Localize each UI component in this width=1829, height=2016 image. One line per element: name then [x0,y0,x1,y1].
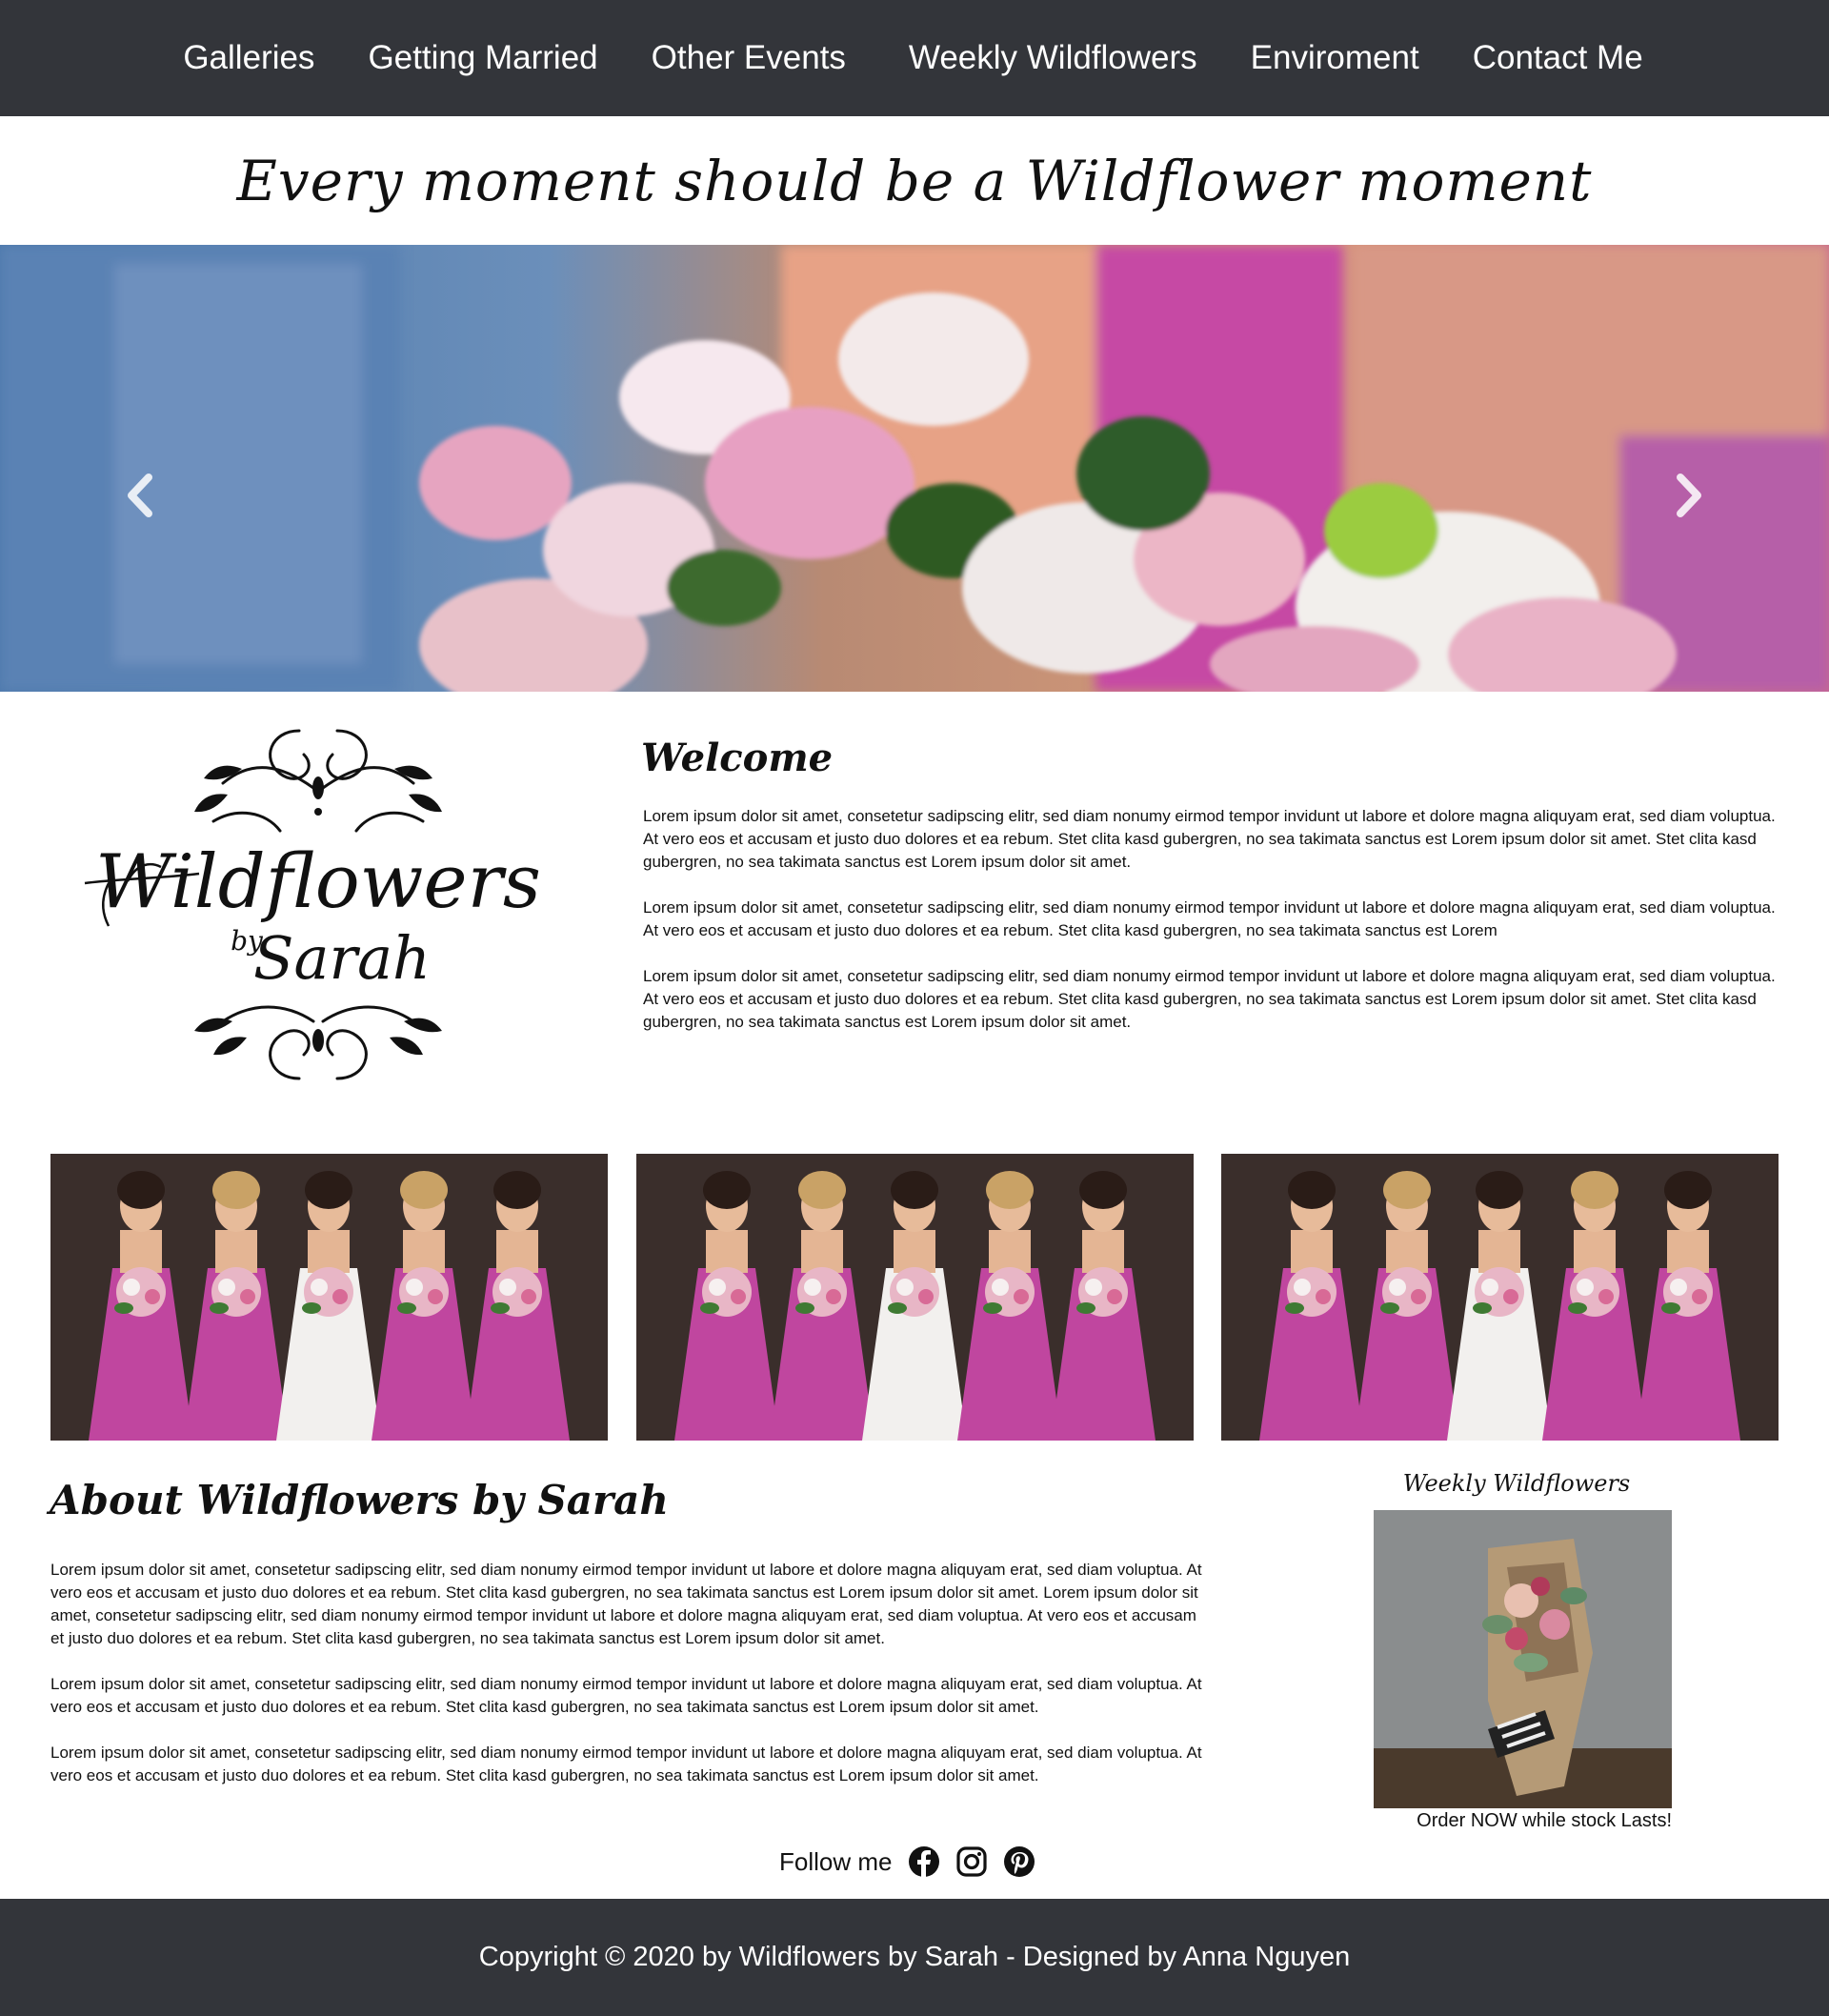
weekly-bouquet-image[interactable] [1374,1510,1672,1808]
pinterest-icon [1004,1846,1035,1877]
bridal-party-photo[interactable] [1221,1154,1779,1441]
nav-other-events[interactable]: Other Events [625,39,873,77]
bridal-party-image [1221,1154,1779,1441]
about-paragraph: Lorem ipsum dolor sit amet, consetetur s… [50,1744,1202,1784]
nav-getting-married[interactable]: Getting Married [341,39,624,77]
page: Galleries Getting Married Other Events W… [0,0,1829,2016]
logo-title: Wildflowers [95,839,541,925]
nav-enviroment[interactable]: Enviroment [1224,39,1446,77]
bridal-party-photo[interactable] [50,1154,608,1441]
hero-image [0,245,1829,692]
nav-contact-me[interactable]: Contact Me [1446,39,1670,77]
welcome-body: Lorem ipsum dolor sit amet, consetetur s… [643,805,1777,1057]
weekly-wildflowers-heading: Weekly Wildflowers [1402,1470,1631,1497]
chevron-left-icon [128,474,152,517]
nav-galleries[interactable]: Galleries [156,39,341,77]
carousel-next-button[interactable] [1669,467,1707,524]
carousel-prev-button[interactable] [122,467,160,524]
about-paragraph: Lorem ipsum dolor sit amet, consetetur s… [50,1561,1202,1647]
nav-weekly-wildflowers[interactable]: Weekly Wildflowers [882,39,1224,77]
welcome-paragraph: Lorem ipsum dolor sit amet, consetetur s… [643,967,1776,1031]
top-navigation: Galleries Getting Married Other Events W… [0,0,1829,116]
welcome-paragraph: Lorem ipsum dolor sit amet, consetetur s… [643,898,1776,939]
bridal-party-image [50,1154,608,1441]
tagline: Every moment should be a Wildflower mome… [0,116,1829,245]
bridal-party-photo[interactable] [636,1154,1194,1441]
order-now-caption: Order NOW while stock Lasts! [1417,1810,1672,1831]
about-body: Lorem ipsum dolor sit amet, consetetur s… [50,1559,1213,1810]
chevron-right-icon [1677,474,1701,517]
instagram-icon [956,1846,988,1877]
bridal-party-image [636,1154,1194,1441]
instagram-link[interactable] [955,1845,989,1879]
tagline-text: Every moment should be a Wildflower mome… [236,148,1593,213]
about-heading: About Wildflowers by Sarah [50,1477,669,1523]
facebook-icon [909,1846,940,1878]
pinterest-link[interactable] [1002,1845,1036,1879]
brand-logo: Wildflowers by Sarah [80,716,556,1098]
follow-me-bar: Follow me [779,1843,1036,1881]
about-paragraph: Lorem ipsum dolor sit amet, consetetur s… [50,1675,1202,1716]
facebook-link[interactable] [907,1845,941,1879]
follow-label: Follow me [779,1846,893,1876]
logo-name: Sarah [253,923,431,993]
site-footer: Copyright © 2020 by Wildflowers by Sarah… [0,1899,1829,2016]
copyright-text: Copyright © 2020 by Wildflowers by Sarah… [478,1942,1351,1972]
hero-carousel [0,245,1829,692]
welcome-heading: Welcome [641,736,834,780]
welcome-paragraph: Lorem ipsum dolor sit amet, consetetur s… [643,807,1776,871]
